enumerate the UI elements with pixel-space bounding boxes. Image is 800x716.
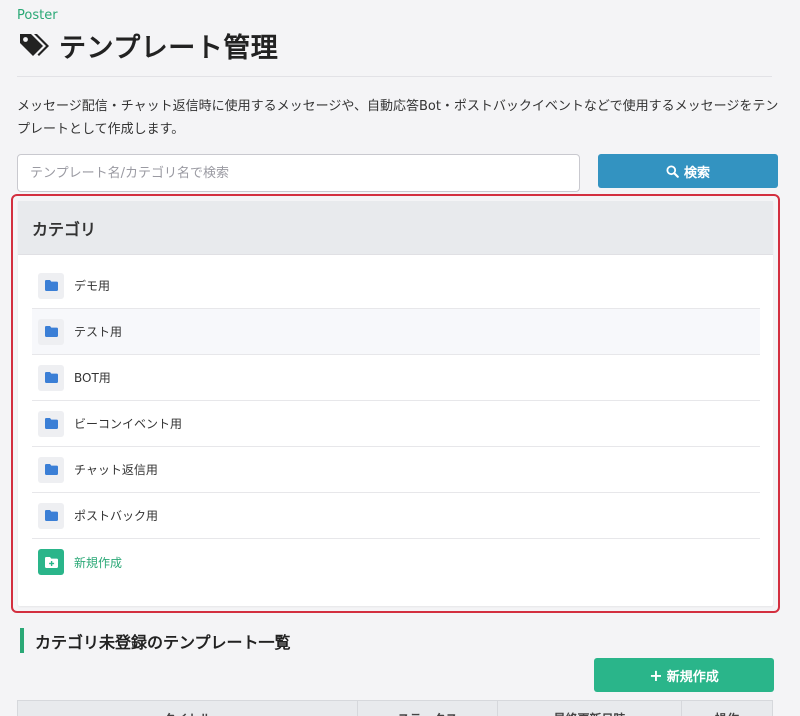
category-item[interactable]: デモ用 [32,263,760,309]
category-item-label: デモ用 [74,279,111,293]
plus-icon: + [649,665,663,685]
category-item[interactable]: テスト用 [32,309,760,355]
folder-icon [44,418,58,429]
folder-icon [44,510,58,521]
uncategorized-section-title: カテゴリ未登録のテンプレート一覧 [20,628,291,653]
column-header-status[interactable]: ステータス [358,701,498,716]
category-item[interactable]: チャット返信用 [32,447,760,493]
category-item[interactable]: ポストバック用 [32,493,760,539]
search-input[interactable] [17,154,580,192]
title-divider [17,76,772,77]
category-item-label: BOT用 [74,371,111,385]
category-panel-highlight: カテゴリ デモ用 テスト用 BOT用 ビーコンイベント用 チャット返信用 ポスト… [11,194,780,613]
new-template-button[interactable]: + 新規作成 [594,658,774,692]
category-card: カテゴリ デモ用 テスト用 BOT用 ビーコンイベント用 チャット返信用 ポスト… [18,201,773,606]
folder-icon [44,280,58,291]
column-header-title[interactable]: タイトル [18,701,358,716]
column-header-actions: 操作 [682,701,772,716]
search-button-label: 検索 [683,165,710,181]
category-heading: カテゴリ [18,201,773,255]
category-item[interactable]: BOT用 [32,355,760,401]
page-title: テンプレート管理 [59,33,279,64]
category-item[interactable]: ビーコンイベント用 [32,401,760,447]
page-description: メッセージ配信・チャット返信時に使用するメッセージや、自動応答Bot・ポストバッ… [17,99,779,137]
tags-icon [20,33,49,56]
page-title-row: テンプレート管理 [17,26,278,65]
column-header-updated[interactable]: 最終更新日時 [498,701,682,716]
page: Poster テンプレート管理 メッセージ配信・チャット返信時に使用するメッセー… [0,0,800,716]
folder-icon [44,326,58,337]
category-item-label: ポストバック用 [74,509,159,523]
search-icon [666,164,679,178]
category-item-label: ビーコンイベント用 [74,417,183,431]
folder-icon [44,464,58,475]
new-template-button-label: 新規作成 [666,669,719,685]
new-category-item[interactable]: 新規作成 [32,539,760,585]
search-button[interactable]: 検索 [598,154,778,188]
new-category-label: 新規作成 [74,555,123,570]
app-label: Poster [17,8,58,23]
category-item-label: テスト用 [74,325,123,339]
template-table-header: タイトル ステータス 最終更新日時 操作 [17,700,773,716]
category-item-label: チャット返信用 [74,463,158,477]
category-list: デモ用 テスト用 BOT用 ビーコンイベント用 チャット返信用 ポストバック用 … [32,263,760,585]
folder-plus-icon [44,556,58,568]
folder-icon [44,372,58,383]
